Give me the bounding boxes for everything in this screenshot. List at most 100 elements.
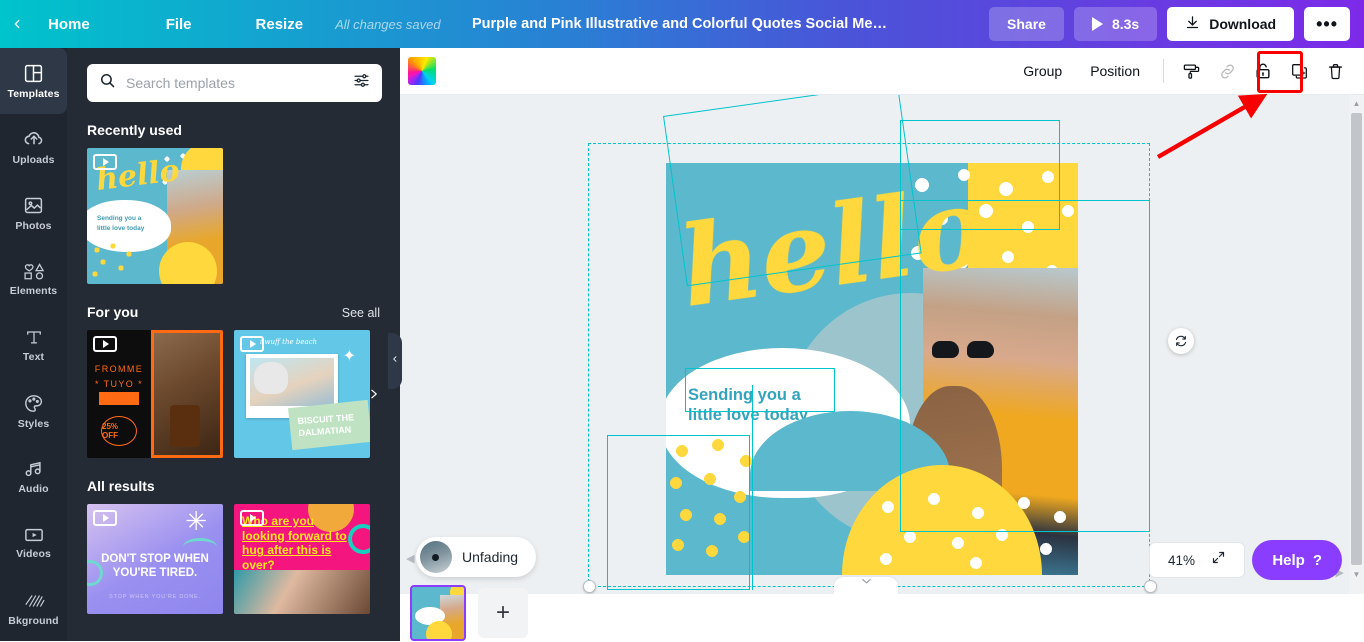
for-you-row: FROMME * TUYO * 25% OFF i wuff the beach…: [67, 330, 400, 458]
sidebar-label-photos: Photos: [15, 220, 51, 232]
design-thumbnail-icon[interactable]: [408, 57, 436, 85]
chevron-down-icon: [861, 577, 872, 588]
photo-icon: [23, 195, 44, 216]
page-1-thumbnail[interactable]: [410, 585, 466, 641]
sidebar-item-bkground[interactable]: Bkground: [0, 576, 67, 642]
resize-button[interactable]: Resize: [246, 10, 314, 39]
toolbar-divider: [1163, 59, 1164, 83]
expand-icon[interactable]: [1211, 550, 1226, 570]
template-dog: [254, 362, 288, 394]
trash-icon[interactable]: [1318, 54, 1352, 88]
more-options-button[interactable]: •••: [1304, 7, 1350, 41]
video-badge-icon: [240, 336, 264, 352]
template-photo: [234, 570, 370, 614]
section-header-recently-used: Recently used: [67, 122, 400, 138]
template-card-dont-stop[interactable]: ✳ DON'T STOP WHEN YOU'RE TIRED. STOP WHE…: [87, 504, 223, 614]
upload-cloud-icon: [23, 128, 45, 150]
group-button[interactable]: Group: [1010, 56, 1075, 86]
template-card-who-are-you[interactable]: Who are you looking forward to hug after…: [234, 504, 370, 614]
caption-text-element[interactable]: Sending you a little love today: [688, 385, 808, 425]
preview-button[interactable]: 8.3s: [1074, 7, 1157, 41]
design-canvas[interactable]: hello Sending you a little love today: [666, 163, 1078, 575]
help-button[interactable]: Help ?: [1252, 540, 1342, 580]
editor-area: Group Position: [400, 48, 1364, 641]
caret-left-icon[interactable]: ◀: [406, 552, 414, 565]
scrollbar-thumb[interactable]: [1351, 113, 1362, 565]
video-badge-icon: [93, 154, 117, 170]
see-all-link[interactable]: See all: [342, 306, 380, 320]
scroll-up-button[interactable]: ▲: [1349, 95, 1364, 111]
sidebar-label-styles: Styles: [18, 418, 50, 430]
sidebar-label-elements: Elements: [10, 285, 58, 297]
resize-handle-bottom-left[interactable]: [583, 580, 596, 593]
back-button[interactable]: [0, 0, 34, 48]
sidebar-item-text[interactable]: Text: [0, 312, 67, 378]
save-status: All changes saved: [335, 17, 441, 32]
search-box[interactable]: [87, 64, 382, 102]
scroll-down-button[interactable]: ▼: [1349, 566, 1364, 582]
template-card-fromme-tuyo[interactable]: FROMME * TUYO * 25% OFF: [87, 330, 223, 458]
video-icon: [23, 526, 45, 544]
download-button[interactable]: Download: [1167, 7, 1294, 41]
download-label: Download: [1209, 16, 1276, 32]
help-label: Help: [1272, 552, 1305, 569]
avatar-icon: [420, 541, 452, 573]
rotate-icon[interactable]: [1168, 328, 1194, 354]
question-mark-icon: ?: [1313, 552, 1322, 569]
sidebar-item-photos[interactable]: Photos: [0, 180, 67, 246]
section-header-all-results: All results: [67, 478, 400, 494]
sidebar-item-audio[interactable]: Audio: [0, 444, 67, 510]
canvas-vertical-scrollbar[interactable]: ▲ ▼: [1349, 95, 1364, 594]
plus-icon: +: [496, 599, 510, 627]
zoom-control[interactable]: 41%: [1149, 542, 1245, 578]
search-area: [67, 48, 400, 102]
template-card-recent[interactable]: hello Sending you a little love today: [87, 148, 223, 284]
sidebar-item-videos[interactable]: Videos: [0, 510, 67, 576]
collapse-pages-button[interactable]: [834, 577, 898, 594]
collaborator-badge[interactable]: Unfading: [416, 537, 536, 577]
section-title-all-results: All results: [87, 478, 155, 494]
sidebar-item-styles[interactable]: Styles: [0, 378, 67, 444]
sidebar-label-text: Text: [23, 351, 44, 363]
caption-line-1: Sending you a: [688, 386, 801, 404]
position-button[interactable]: Position: [1077, 56, 1153, 86]
decor-yellow-dots: [89, 242, 147, 282]
caption-line-2: little love today: [688, 406, 808, 424]
shapes-icon: [22, 261, 46, 281]
template-card-biscuit-dalmatian[interactable]: i wuff the beach ✦ BISCUIT THE DALMATIAN: [234, 330, 370, 458]
zoom-level-label[interactable]: 41%: [1168, 553, 1195, 568]
search-icon: [99, 72, 116, 94]
sidebar-item-uploads[interactable]: Uploads: [0, 114, 67, 180]
template-script-bar: [99, 392, 139, 405]
sparkle-icon: ✦: [343, 346, 356, 366]
carousel-next-button[interactable]: [360, 374, 386, 414]
element-toolbar: Group Position: [400, 48, 1364, 95]
canvas-viewport[interactable]: hello Sending you a little love today Un…: [400, 95, 1364, 594]
lock-icon[interactable]: [1246, 54, 1280, 88]
sidebar-label-bkground: Bkground: [8, 615, 58, 627]
search-input[interactable]: [126, 75, 343, 91]
share-button[interactable]: Share: [989, 7, 1064, 41]
duplicate-icon[interactable]: [1282, 54, 1316, 88]
sidebar-item-elements[interactable]: Elements: [0, 246, 67, 312]
sidebar-label-templates: Templates: [7, 88, 59, 100]
resize-handle-bottom-right[interactable]: [1144, 580, 1157, 593]
template-caption-line2: little love today: [97, 225, 144, 232]
left-sidebar: Templates Uploads Photos Elements Text S…: [0, 48, 67, 641]
template-photo: [151, 330, 223, 458]
pages-strip: +: [400, 594, 1364, 641]
video-badge-icon: [93, 336, 117, 352]
collapse-panel-button[interactable]: [388, 333, 402, 389]
palette-icon: [23, 393, 44, 414]
template-script-text: i wuff the beach: [260, 338, 317, 346]
chevron-left-icon: [391, 352, 399, 370]
paint-roller-icon[interactable]: [1174, 54, 1208, 88]
home-link[interactable]: Home: [38, 10, 100, 39]
file-menu[interactable]: File: [156, 10, 202, 39]
template-caption: Sending you a little love today: [97, 214, 144, 234]
person-sunglasses: [932, 341, 994, 358]
sliders-icon[interactable]: [353, 72, 370, 94]
sidebar-item-templates[interactable]: Templates: [0, 48, 67, 114]
add-page-button[interactable]: +: [478, 588, 528, 638]
hello-text-element[interactable]: hello: [675, 176, 993, 317]
